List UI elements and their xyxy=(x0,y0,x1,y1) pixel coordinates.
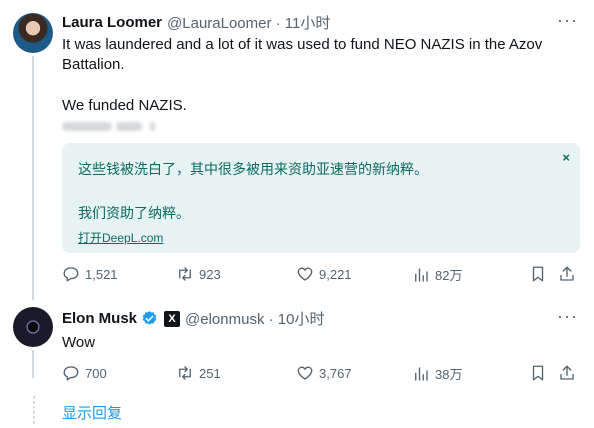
reply-button[interactable]: 700 xyxy=(62,364,107,382)
bookmark-button[interactable] xyxy=(529,265,547,283)
views-button[interactable]: 82万 xyxy=(412,265,462,284)
bookmark-icon xyxy=(532,365,544,381)
blurred-content xyxy=(62,119,158,133)
tweet-text: Wow xyxy=(62,334,96,351)
verified-badge-icon xyxy=(142,311,157,325)
thread-dots xyxy=(33,396,35,426)
like-count: 3,767 xyxy=(319,365,352,381)
close-icon[interactable]: × xyxy=(562,150,570,165)
author-handle[interactable]: @LauraLoomer · 11小时 xyxy=(167,12,330,33)
share-icon xyxy=(560,266,574,281)
tweet-actions: 1,521 923 9,221 82万 xyxy=(62,265,582,285)
avatar-elon-musk[interactable] xyxy=(13,307,53,347)
bookmark-button[interactable] xyxy=(529,364,547,382)
reply-button[interactable]: 1,521 xyxy=(62,265,118,283)
tweet-header: Elon Musk X @elonmusk · 10小时 xyxy=(62,308,324,329)
x-affiliate-badge-icon: X xyxy=(164,310,181,327)
retweet-count: 251 xyxy=(199,365,221,381)
views-count: 82万 xyxy=(435,268,463,283)
author-name[interactable]: Laura Loomer xyxy=(62,14,162,31)
deepl-link[interactable]: 打开DeepL.com xyxy=(78,229,163,246)
avatar-laura-loomer[interactable] xyxy=(13,13,53,53)
author-handle[interactable]: @elonmusk · 10小时 xyxy=(185,308,324,329)
reply-icon xyxy=(63,267,79,282)
like-button[interactable]: 3,767 xyxy=(296,364,352,382)
reply-count: 700 xyxy=(85,365,107,381)
translation-panel: 这些钱被洗白了，其中很多被用来资助亚速营的新纳粹。 我们资助了纳粹。 打开Dee… xyxy=(62,143,580,253)
more-options-icon[interactable]: ··· xyxy=(557,306,578,327)
author-name[interactable]: Elon Musk xyxy=(62,310,137,327)
views-count: 38万 xyxy=(435,367,463,382)
retweet-icon xyxy=(179,366,191,380)
share-button[interactable] xyxy=(558,265,576,283)
views-icon xyxy=(415,366,428,381)
retweet-button[interactable]: 923 xyxy=(176,265,221,283)
reply-count: 1,521 xyxy=(85,266,118,282)
heart-icon xyxy=(297,366,313,380)
views-button[interactable]: 38万 xyxy=(412,364,462,383)
retweet-button[interactable]: 251 xyxy=(176,364,221,382)
retweet-count: 923 xyxy=(199,266,221,282)
show-replies-link[interactable]: 显示回复 xyxy=(62,402,122,423)
reply-icon xyxy=(63,366,79,381)
translation-text: 我们资助了纳粹。 xyxy=(78,205,190,221)
thread-line xyxy=(32,350,34,378)
tweet-text: We funded NAZIS. xyxy=(62,97,187,114)
translation-text: 这些钱被洗白了，其中很多被用来资助亚速营的新纳粹。 xyxy=(78,161,428,177)
like-count: 9,221 xyxy=(319,266,352,282)
retweet-icon xyxy=(179,267,191,281)
share-icon xyxy=(560,365,574,380)
tweet-header: Laura Loomer @LauraLoomer · 11小时 xyxy=(62,12,330,33)
tweet-actions: 700 251 3,767 38万 xyxy=(62,364,582,384)
bookmark-icon xyxy=(532,266,544,282)
heart-icon xyxy=(297,267,313,281)
more-options-icon[interactable]: ··· xyxy=(557,10,578,31)
tweet-text: It was laundered and a lot of it was use… xyxy=(62,36,543,73)
share-button[interactable] xyxy=(558,364,576,382)
views-icon xyxy=(415,267,428,282)
like-button[interactable]: 9,221 xyxy=(296,265,352,283)
thread-line xyxy=(32,56,34,300)
